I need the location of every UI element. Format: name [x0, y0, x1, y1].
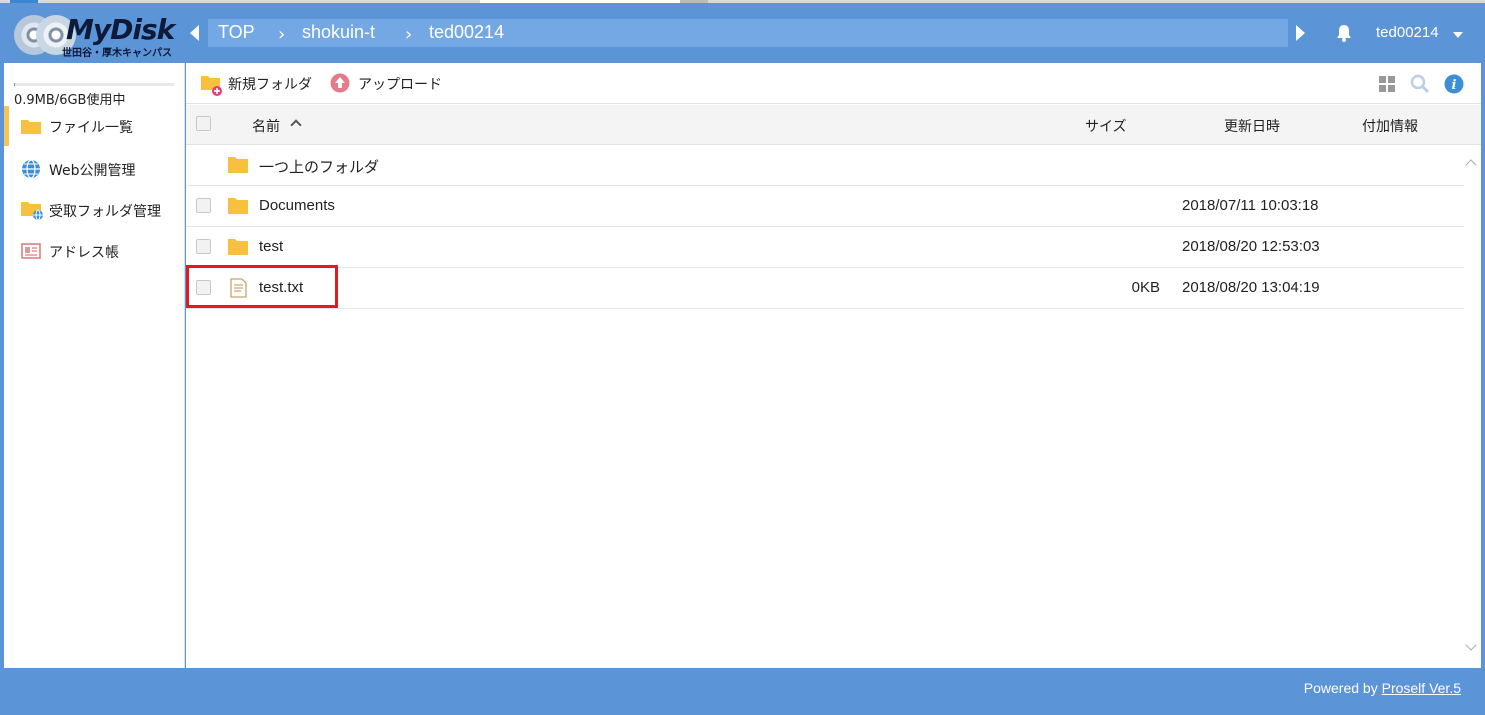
chevron-down-icon[interactable] — [1453, 32, 1463, 38]
address-book-icon — [21, 243, 41, 259]
breadcrumb-item-shokuin-t[interactable]: shokuin-t — [302, 22, 375, 43]
file-updated: 2018/07/11 10:03:18 — [1182, 197, 1319, 214]
toolbar: 新規フォルダ アップロード i — [186, 63, 1481, 104]
new-folder-label: 新規フォルダ — [228, 77, 312, 93]
breadcrumb-item-ted00214[interactable]: ted00214 — [429, 22, 504, 43]
usage-bar — [14, 83, 174, 86]
new-folder-button[interactable]: 新規フォルダ — [200, 72, 320, 96]
folder-icon — [21, 120, 41, 134]
sidebar-item-receive-folder[interactable]: 受取フォルダ管理 — [4, 190, 185, 230]
usage-bar-fill — [14, 83, 15, 86]
svg-text:i: i — [1452, 78, 1457, 93]
table-row[interactable]: test.txt 0KB 2018/08/20 13:04:19 — [186, 268, 1464, 309]
folder-icon — [228, 239, 248, 255]
sidebar: 0.9MB/6GB使用中 ファイル一覧 Web公開管理 受取フォルダ管理 アドレ… — [4, 63, 185, 668]
breadcrumb-separator: › — [278, 24, 286, 45]
scroll-down-icon[interactable] — [1465, 639, 1477, 651]
powered-by-prefix: Powered by — [1303, 680, 1382, 696]
breadcrumb-prev-icon[interactable] — [190, 25, 199, 41]
globe-icon — [22, 159, 40, 179]
proself-link[interactable]: Proself Ver.5 — [1382, 680, 1461, 696]
column-info-header[interactable]: 付加情報 — [1362, 116, 1418, 136]
sidebar-item-label: アドレス帳 — [49, 245, 119, 261]
folder-icon — [228, 157, 248, 173]
file-name[interactable]: Documents — [259, 197, 335, 214]
info-icon[interactable]: i — [1444, 74, 1464, 94]
table-row[interactable]: test 2018/08/20 12:53:03 — [186, 227, 1464, 268]
breadcrumb-separator: › — [405, 24, 413, 45]
folder-icon — [228, 198, 248, 214]
user-menu[interactable]: ted00214 — [1376, 24, 1439, 41]
parent-folder-row[interactable]: 一つ上のフォルダ — [186, 145, 1464, 186]
powered-by: Powered by Proself Ver.5 — [1304, 680, 1461, 696]
sort-ascending-icon[interactable] — [290, 119, 302, 131]
breadcrumb-next-icon[interactable] — [1296, 25, 1305, 41]
app-title: MyDisk — [66, 13, 175, 46]
parent-folder-label: 一つ上のフォルダ — [259, 159, 380, 176]
row-checkbox[interactable] — [196, 198, 211, 213]
bell-icon[interactable] — [1334, 23, 1354, 43]
window-bottom-edge — [0, 709, 1485, 715]
footer: Powered by Proself Ver.5 — [4, 669, 1481, 709]
file-size: 0KB — [1131, 279, 1160, 296]
app-subtitle: 世田谷・厚木キャンパス — [62, 48, 172, 59]
upload-label: アップロード — [358, 77, 442, 93]
sidebar-item-label: 受取フォルダ管理 — [49, 204, 161, 220]
column-updated-header[interactable]: 更新日時 — [1224, 116, 1280, 136]
table-header: 名前 サイズ 更新日時 付加情報 — [186, 105, 1481, 145]
app-header: MyDisk 世田谷・厚木キャンパス TOP › shokuin-t › ted… — [4, 3, 1481, 63]
sidebar-item-address-book[interactable]: アドレス帳 — [4, 231, 185, 271]
file-updated: 2018/08/20 12:53:03 — [1182, 238, 1320, 255]
breadcrumb: TOP › shokuin-t › ted00214 — [208, 19, 1288, 47]
column-size-header[interactable]: サイズ — [1085, 116, 1127, 136]
column-name-header[interactable]: 名前 — [252, 116, 280, 136]
new-folder-icon — [201, 76, 222, 96]
scroll-up-icon[interactable] — [1465, 159, 1477, 171]
file-name[interactable]: test — [259, 238, 283, 255]
breadcrumb-item-top[interactable]: TOP — [218, 22, 255, 43]
sidebar-item-label: Web公開管理 — [49, 163, 136, 179]
logo[interactable]: MyDisk 世田谷・厚木キャンパス — [14, 11, 184, 59]
upload-icon — [330, 73, 350, 93]
grid-view-icon[interactable] — [1377, 74, 1397, 94]
annotation-highlight-box — [186, 265, 338, 308]
select-all-checkbox[interactable] — [196, 116, 211, 131]
upload-button[interactable]: アップロード — [330, 72, 450, 94]
main-panel: 新規フォルダ アップロード i 名前 サイズ 更新日時 付加情報 一つ上のフォル… — [186, 63, 1481, 668]
sidebar-item-label: ファイル一覧 — [49, 120, 133, 136]
sidebar-item-file-list[interactable]: ファイル一覧 — [4, 106, 185, 146]
search-icon[interactable] — [1410, 74, 1430, 94]
sidebar-item-web-publish[interactable]: Web公開管理 — [4, 149, 185, 189]
file-updated: 2018/08/20 13:04:19 — [1182, 279, 1320, 296]
folder-globe-icon — [21, 202, 43, 221]
row-checkbox[interactable] — [196, 239, 211, 254]
table-row[interactable]: Documents 2018/07/11 10:03:18 — [186, 186, 1464, 227]
